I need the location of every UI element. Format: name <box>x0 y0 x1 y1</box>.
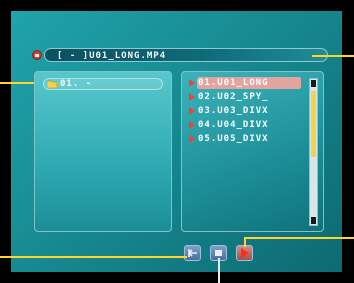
callout-line-back <box>0 256 187 258</box>
back-arrow-icon <box>187 249 197 257</box>
folder-label: 01. - <box>60 79 93 89</box>
current-path: [ - ]U01_LONG.MP4 <box>57 51 167 61</box>
play-button[interactable] <box>236 245 253 261</box>
file-label: 03.U03_DIVX <box>198 106 269 116</box>
file-item[interactable]: 03.U03_DIVX <box>187 105 302 117</box>
callout-line-path <box>312 55 354 57</box>
play-marker-icon <box>189 107 195 115</box>
folder-panel[interactable]: 01. - <box>34 71 172 232</box>
play-marker-icon <box>189 79 195 87</box>
file-panel[interactable]: 01.U01_LONG 02.U02_SPY_ 03.U03_DIVX 04.U… <box>181 71 324 232</box>
scroll-up-icon[interactable] <box>311 80 316 87</box>
file-label: 02.U02_SPY_ <box>198 92 269 102</box>
callout-line-stop <box>218 258 220 283</box>
play-marker-icon <box>189 135 195 143</box>
back-button[interactable] <box>184 245 201 261</box>
folder-icon <box>47 80 57 88</box>
callout-line-folder-panel <box>0 82 34 84</box>
play-marker-icon <box>189 93 195 101</box>
callout-line-play-vertical <box>244 237 246 247</box>
file-item[interactable]: 05.U05_DIVX <box>187 133 302 145</box>
file-label: 05.U05_DIVX <box>198 134 269 144</box>
file-label: 01.U01_LONG <box>198 78 269 88</box>
play-icon <box>241 248 249 258</box>
folder-item[interactable]: 01. - <box>43 78 163 90</box>
file-list: 01.U01_LONG 02.U02_SPY_ 03.U03_DIVX 04.U… <box>187 77 302 147</box>
file-item[interactable]: 04.U04_DIVX <box>187 119 302 131</box>
file-label: 04.U04_DIVX <box>198 120 269 130</box>
scroll-down-icon[interactable] <box>311 217 316 224</box>
file-item[interactable]: 02.U02_SPY_ <box>187 91 302 103</box>
file-list-scrollbar[interactable] <box>309 78 318 226</box>
play-marker-icon <box>189 121 195 129</box>
file-item-selected[interactable]: 01.U01_LONG <box>187 77 302 89</box>
callout-dot <box>32 82 34 84</box>
path-bar: [ - ]U01_LONG.MP4 <box>44 48 328 62</box>
scroll-thumb[interactable] <box>311 91 316 157</box>
callout-line-play <box>244 237 354 239</box>
lock-icon <box>32 50 42 60</box>
